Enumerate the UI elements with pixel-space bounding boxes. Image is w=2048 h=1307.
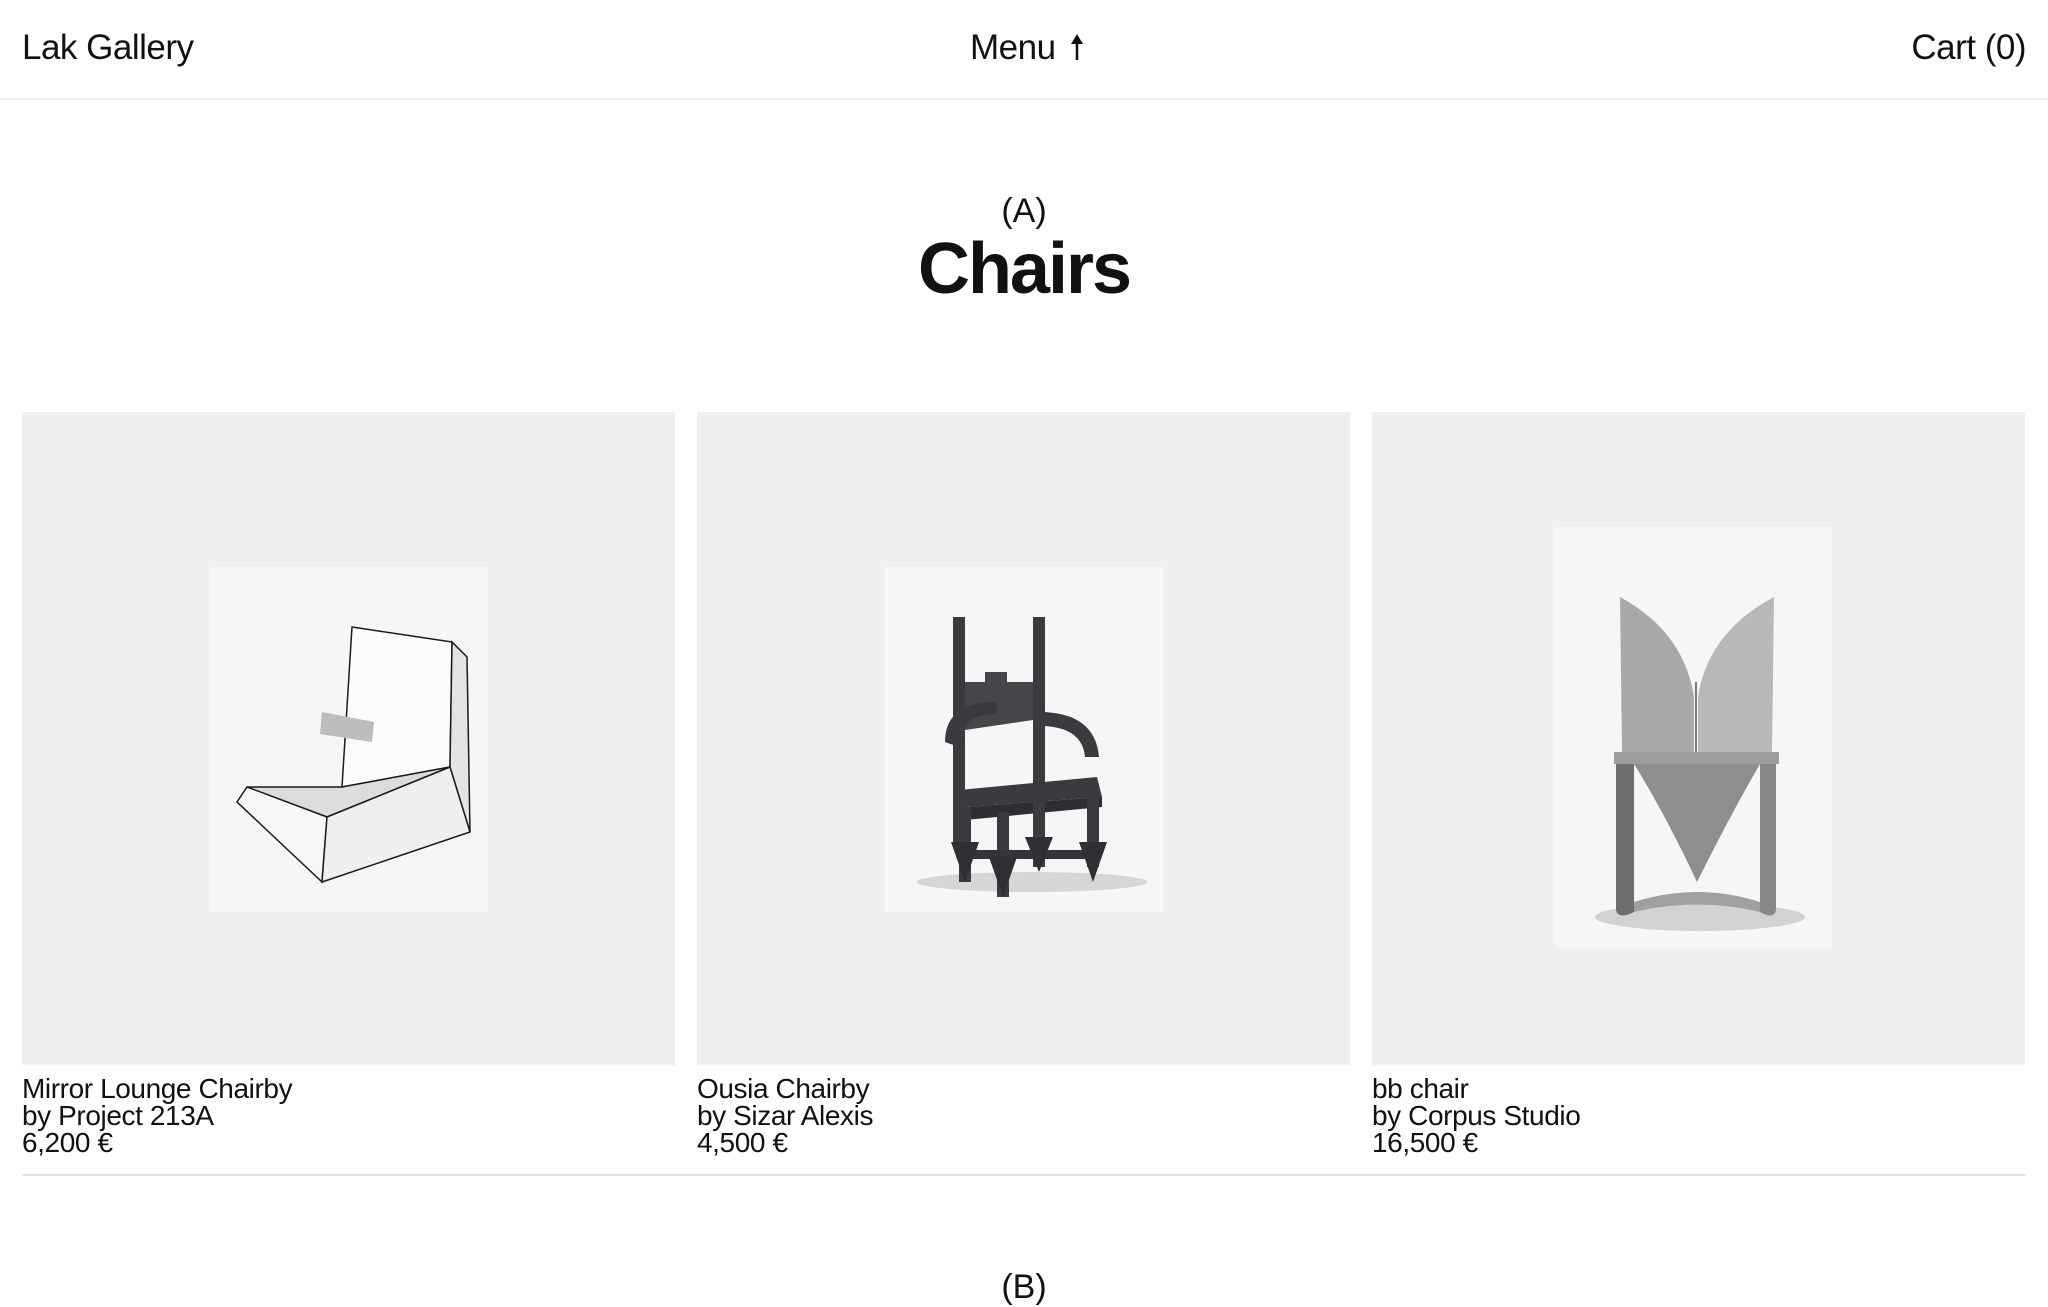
product-image[interactable]: [1372, 412, 2025, 1065]
product-price: 6,200 €: [22, 1127, 113, 1158]
product-price: 4,500 €: [697, 1127, 788, 1158]
cart-button[interactable]: Cart (0): [1911, 28, 2026, 68]
brand-logo[interactable]: Lak Gallery: [22, 28, 194, 68]
arrow-up-icon: [1070, 34, 1083, 60]
product-designer: by Project 213A: [22, 1100, 214, 1131]
product-name: bb chair: [1372, 1073, 1469, 1104]
section-divider: [22, 1174, 2026, 1176]
product-card[interactable]: Ousia Chairby by Sizar Alexis 4,500 €: [697, 412, 1350, 1158]
menu-label: Menu: [970, 28, 1056, 67]
section-index: (B): [1001, 1268, 1047, 1306]
menu-button[interactable]: Menu: [970, 28, 1088, 68]
product-name: Mirror Lounge Chairby: [22, 1073, 293, 1104]
product-card[interactable]: bb chair by Corpus Studio 16,500 €: [1372, 412, 2025, 1158]
product-name: Ousia Chairby: [697, 1073, 870, 1104]
section-index: (A): [1001, 192, 1047, 230]
mirror-lounge-chair-image: [236, 626, 471, 884]
product-grid: Mirror Lounge Chairby by Project 213A 6,…: [22, 412, 2026, 1158]
ousia-chair-image: [917, 617, 1147, 897]
page-title: Chairs: [917, 229, 1132, 309]
product-image[interactable]: [22, 412, 675, 1065]
product-price: 16,500 €: [1372, 1127, 1478, 1158]
product-designer: by Sizar Alexis: [697, 1100, 874, 1131]
product-card[interactable]: Mirror Lounge Chairby by Project 213A 6,…: [22, 412, 675, 1158]
site-header: Lak Gallery Menu Cart (0): [0, 0, 2048, 100]
product-designer: by Corpus Studio: [1372, 1100, 1581, 1131]
product-image[interactable]: [697, 412, 1350, 1065]
bb-chair-image: [1595, 597, 1805, 931]
